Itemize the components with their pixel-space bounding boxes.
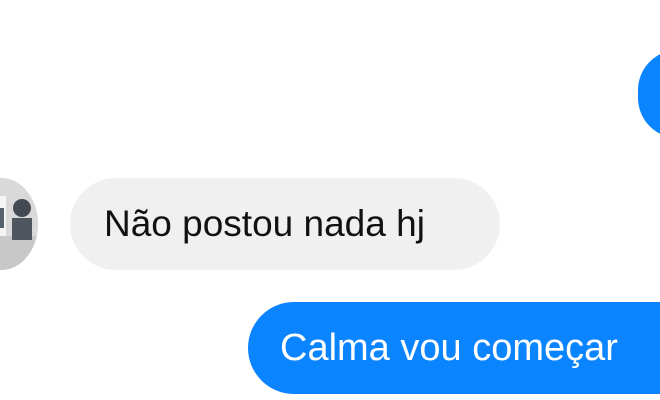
- incoming-message-text: Não postou nada hj: [104, 203, 425, 244]
- chat-thread: Não postou nada hj Calma vou começar: [0, 0, 660, 400]
- incoming-message-bubble[interactable]: Não postou nada hj: [70, 178, 500, 270]
- outgoing-message-bubble[interactable]: [638, 50, 660, 138]
- outgoing-message-bubble[interactable]: Calma vou começar: [248, 302, 660, 394]
- contact-avatar-image: [0, 178, 38, 270]
- contact-avatar[interactable]: [0, 178, 38, 270]
- outgoing-message-text: Calma vou começar: [280, 326, 618, 369]
